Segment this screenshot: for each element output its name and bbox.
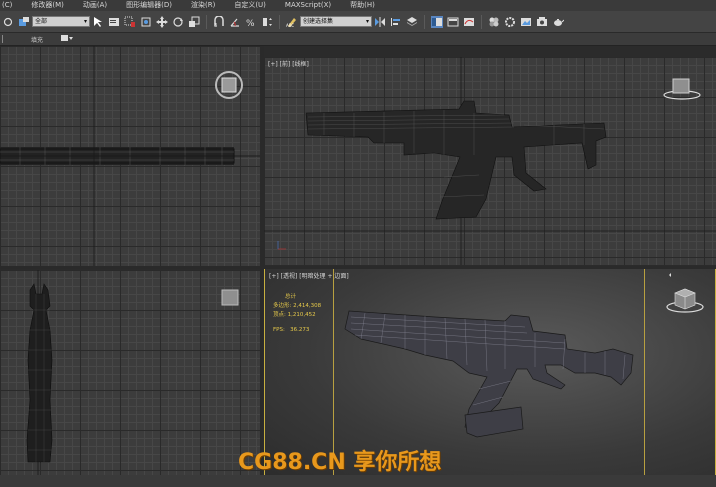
viewcube-left[interactable] (218, 288, 244, 310)
scale-icon[interactable] (188, 16, 200, 28)
named-selection-dropdown[interactable]: 创建选择集 ▾ (300, 16, 372, 27)
viewcube-front[interactable] (662, 75, 702, 101)
window-crossing-icon[interactable] (140, 16, 152, 28)
menu-item-help[interactable]: 帮助(H) (338, 0, 382, 11)
menu-item-maxscript[interactable]: MAXScript(X) (273, 0, 338, 11)
ribbon-options-icon[interactable] (61, 34, 74, 44)
chevron-down-icon: ▾ (83, 18, 87, 25)
toolbar-separator (206, 14, 207, 29)
gun-model-front-view (264, 57, 716, 265)
spinner-snap-icon[interactable] (261, 16, 273, 28)
viewport-front[interactable]: [+] [前] [线框] (264, 57, 716, 265)
svg-text:ABC: ABC (286, 23, 294, 28)
menu-item-partial[interactable]: (C) (0, 0, 19, 11)
viewport-horizontal-splitter[interactable] (0, 266, 716, 269)
main-toolbar: 全部 ▾ 3 % ABC 创建选择集 ▾ (0, 11, 716, 33)
menu-item-modifiers[interactable]: 修改器(M) (19, 0, 71, 11)
ribbon-grip (2, 35, 9, 43)
viewport-left[interactable] (0, 270, 260, 475)
viewport-top[interactable] (0, 46, 260, 266)
named-selection-value: 创建选择集 (303, 18, 334, 25)
ribbon-icon[interactable] (447, 16, 459, 28)
svg-text:3: 3 (214, 23, 217, 28)
mirror-icon[interactable] (374, 16, 386, 28)
move-icon[interactable] (156, 15, 168, 28)
render-setup-icon[interactable] (504, 16, 516, 28)
curve-editor-icon[interactable] (463, 16, 475, 28)
menu-item-animation[interactable]: 动画(A) (71, 0, 114, 11)
bind-space-warp-icon[interactable] (18, 16, 30, 28)
select-object-icon[interactable] (92, 16, 104, 28)
toolbar-separator (279, 14, 280, 29)
snap-3d-icon[interactable]: 3 (213, 15, 225, 28)
viewport-vertical-splitter[interactable] (260, 46, 264, 475)
edit-named-selection-icon[interactable]: ABC (286, 16, 298, 28)
menu-item-rendering[interactable]: 渲染(R) (179, 0, 222, 11)
toolbar-separator (424, 14, 425, 29)
align-icon[interactable] (390, 16, 402, 28)
status-bar (0, 475, 716, 487)
scene-explorer-icon[interactable] (431, 15, 443, 28)
angle-snap-icon[interactable] (229, 16, 241, 28)
layer-manager-icon[interactable] (406, 16, 418, 28)
rendered-frame-window-icon[interactable] (520, 16, 532, 28)
percent-snap-icon[interactable]: % (245, 16, 257, 28)
home-icon[interactable] (669, 273, 671, 277)
unlink-icon[interactable] (2, 16, 14, 28)
rotate-icon[interactable] (172, 16, 184, 28)
teapot-render-icon[interactable] (552, 16, 564, 28)
watermark-text: CG88.CN 享你所想 (238, 450, 442, 475)
selection-filter-value: 全部 (35, 18, 48, 25)
select-by-name-icon[interactable] (108, 16, 120, 28)
viewcube-top[interactable] (214, 70, 244, 100)
svg-text:%: % (246, 19, 255, 28)
viewcube-perspective[interactable] (663, 271, 707, 315)
rect-selection-icon[interactable] (124, 16, 136, 28)
ribbon-tab-populate[interactable]: 填充 (31, 35, 43, 44)
menu-item-graph-editors[interactable]: 图形编辑器(D) (114, 0, 179, 11)
ribbon-bar: 填充 (0, 33, 716, 46)
selection-filter-dropdown[interactable]: 全部 ▾ (32, 16, 90, 27)
toolbar-separator (481, 14, 482, 29)
chevron-down-icon: ▾ (365, 18, 369, 25)
menu-item-customize[interactable]: 自定义(U) (222, 0, 273, 11)
render-production-icon[interactable] (536, 16, 548, 28)
material-editor-icon[interactable] (488, 16, 500, 28)
